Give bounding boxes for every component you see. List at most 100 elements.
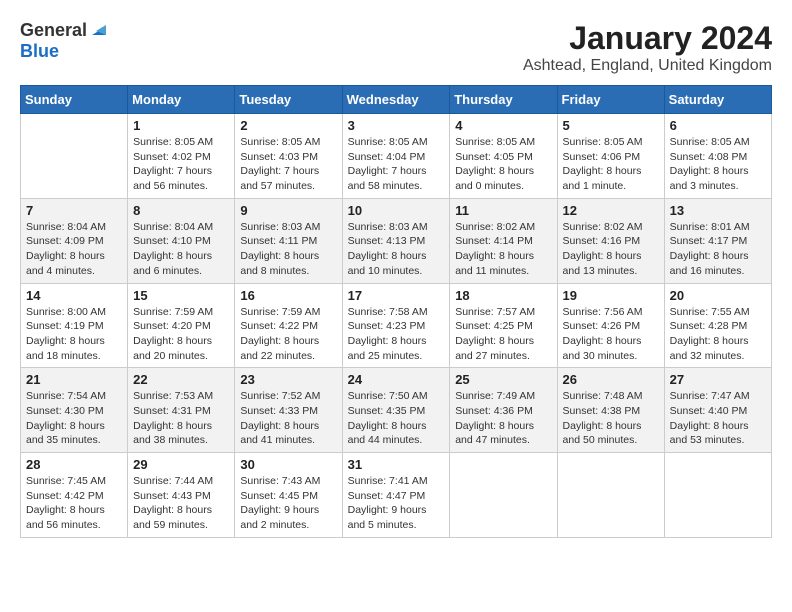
day-number: 12: [563, 203, 659, 218]
day-number: 21: [26, 372, 122, 387]
day-info: Sunrise: 8:05 AMSunset: 4:08 PMDaylight:…: [670, 135, 766, 194]
day-info: Sunrise: 8:02 AMSunset: 4:14 PMDaylight:…: [455, 220, 551, 279]
day-number: 1: [133, 118, 229, 133]
day-info: Sunrise: 7:57 AMSunset: 4:25 PMDaylight:…: [455, 305, 551, 364]
day-info: Sunrise: 8:04 AMSunset: 4:10 PMDaylight:…: [133, 220, 229, 279]
calendar-cell: 28 Sunrise: 7:45 AMSunset: 4:42 PMDayligh…: [21, 453, 128, 538]
calendar-cell: 17 Sunrise: 7:58 AMSunset: 4:23 PMDayligh…: [342, 283, 450, 368]
header-friday: Friday: [557, 86, 664, 114]
day-info: Sunrise: 7:45 AMSunset: 4:42 PMDaylight:…: [26, 474, 122, 533]
day-info: Sunrise: 7:44 AMSunset: 4:43 PMDaylight:…: [133, 474, 229, 533]
calendar-cell: 31 Sunrise: 7:41 AMSunset: 4:47 PMDayligh…: [342, 453, 450, 538]
calendar-cell: 30 Sunrise: 7:43 AMSunset: 4:45 PMDayligh…: [235, 453, 342, 538]
day-info: Sunrise: 8:04 AMSunset: 4:09 PMDaylight:…: [26, 220, 122, 279]
day-number: 24: [348, 372, 445, 387]
day-number: 16: [240, 288, 336, 303]
day-number: 10: [348, 203, 445, 218]
day-number: 8: [133, 203, 229, 218]
calendar-cell: 3Sunrise: 8:05 AMSunset: 4:04 PMDaylight…: [342, 114, 450, 199]
header-monday: Monday: [128, 86, 235, 114]
calendar-cell: 7 Sunrise: 8:04 AMSunset: 4:09 PMDaylight…: [21, 198, 128, 283]
day-info: Sunrise: 7:41 AMSunset: 4:47 PMDaylight:…: [348, 474, 445, 533]
day-info: Sunrise: 8:03 AMSunset: 4:13 PMDaylight:…: [348, 220, 445, 279]
day-info: Sunrise: 7:47 AMSunset: 4:40 PMDaylight:…: [670, 389, 766, 448]
logo-blue-text: Blue: [20, 41, 59, 62]
day-number: 25: [455, 372, 551, 387]
day-info: Sunrise: 7:48 AMSunset: 4:38 PMDaylight:…: [563, 389, 659, 448]
calendar-cell: [21, 114, 128, 199]
day-info: Sunrise: 7:55 AMSunset: 4:28 PMDaylight:…: [670, 305, 766, 364]
logo: General Blue: [20, 20, 106, 62]
calendar-cell: 2Sunrise: 8:05 AMSunset: 4:03 PMDaylight…: [235, 114, 342, 199]
day-info: Sunrise: 8:05 AMSunset: 4:05 PMDaylight:…: [455, 135, 551, 194]
calendar-cell: 25Sunrise: 7:49 AMSunset: 4:36 PMDayligh…: [450, 368, 557, 453]
day-number: 11: [455, 203, 551, 218]
week-row-3: 14 Sunrise: 8:00 AMSunset: 4:19 PMDayligh…: [21, 283, 772, 368]
header-tuesday: Tuesday: [235, 86, 342, 114]
day-number: 14: [26, 288, 122, 303]
calendar-cell: 6 Sunrise: 8:05 AMSunset: 4:08 PMDaylight…: [664, 114, 771, 199]
day-info: Sunrise: 8:05 AMSunset: 4:06 PMDaylight:…: [563, 135, 659, 194]
calendar-cell: 27 Sunrise: 7:47 AMSunset: 4:40 PMDayligh…: [664, 368, 771, 453]
location: Ashtead, England, United Kingdom: [523, 57, 772, 75]
calendar-cell: 19Sunrise: 7:56 AMSunset: 4:26 PMDayligh…: [557, 283, 664, 368]
day-number: 30: [240, 457, 336, 472]
calendar-cell: 23 Sunrise: 7:52 AMSunset: 4:33 PMDayligh…: [235, 368, 342, 453]
day-number: 18: [455, 288, 551, 303]
day-number: 31: [348, 457, 445, 472]
day-number: 17: [348, 288, 445, 303]
day-info: Sunrise: 7:59 AMSunset: 4:20 PMDaylight:…: [133, 305, 229, 364]
calendar-cell: 22Sunrise: 7:53 AMSunset: 4:31 PMDayligh…: [128, 368, 235, 453]
day-number: 9: [240, 203, 336, 218]
day-number: 22: [133, 372, 229, 387]
day-number: 15: [133, 288, 229, 303]
calendar-cell: 13Sunrise: 8:01 AMSunset: 4:17 PMDayligh…: [664, 198, 771, 283]
calendar-cell: 8 Sunrise: 8:04 AMSunset: 4:10 PMDaylight…: [128, 198, 235, 283]
header-sunday: Sunday: [21, 86, 128, 114]
day-info: Sunrise: 8:02 AMSunset: 4:16 PMDaylight:…: [563, 220, 659, 279]
calendar-cell: 29 Sunrise: 7:44 AMSunset: 4:43 PMDayligh…: [128, 453, 235, 538]
calendar-cell: 20Sunrise: 7:55 AMSunset: 4:28 PMDayligh…: [664, 283, 771, 368]
calendar-cell: 12 Sunrise: 8:02 AMSunset: 4:16 PMDayligh…: [557, 198, 664, 283]
day-number: 26: [563, 372, 659, 387]
day-info: Sunrise: 7:54 AMSunset: 4:30 PMDaylight:…: [26, 389, 122, 448]
calendar-cell: 26 Sunrise: 7:48 AMSunset: 4:38 PMDayligh…: [557, 368, 664, 453]
week-row-4: 21 Sunrise: 7:54 AMSunset: 4:30 PMDayligh…: [21, 368, 772, 453]
calendar-cell: 10 Sunrise: 8:03 AMSunset: 4:13 PMDayligh…: [342, 198, 450, 283]
calendar-cell: [664, 453, 771, 538]
day-number: 29: [133, 457, 229, 472]
day-info: Sunrise: 8:00 AMSunset: 4:19 PMDaylight:…: [26, 305, 122, 364]
calendar-cell: 24Sunrise: 7:50 AMSunset: 4:35 PMDayligh…: [342, 368, 450, 453]
day-number: 7: [26, 203, 122, 218]
page-container: General Blue January 2024 Ashtead, Engla…: [20, 20, 772, 538]
header-saturday: Saturday: [664, 86, 771, 114]
day-number: 6: [670, 118, 766, 133]
calendar-cell: 5Sunrise: 8:05 AMSunset: 4:06 PMDaylight…: [557, 114, 664, 199]
day-number: 27: [670, 372, 766, 387]
day-info: Sunrise: 8:05 AMSunset: 4:02 PMDaylight:…: [133, 135, 229, 194]
title-area: January 2024 Ashtead, England, United Ki…: [523, 20, 772, 75]
day-info: Sunrise: 7:43 AMSunset: 4:45 PMDaylight:…: [240, 474, 336, 533]
week-row-5: 28 Sunrise: 7:45 AMSunset: 4:42 PMDayligh…: [21, 453, 772, 538]
day-info: Sunrise: 7:52 AMSunset: 4:33 PMDaylight:…: [240, 389, 336, 448]
calendar-cell: 1 Sunrise: 8:05 AMSunset: 4:02 PMDaylight…: [128, 114, 235, 199]
calendar-cell: 18 Sunrise: 7:57 AMSunset: 4:25 PMDayligh…: [450, 283, 557, 368]
week-row-1: 1 Sunrise: 8:05 AMSunset: 4:02 PMDaylight…: [21, 114, 772, 199]
calendar-cell: [557, 453, 664, 538]
month-title: January 2024: [523, 20, 772, 57]
calendar-table: Sunday Monday Tuesday Wednesday Thursday…: [20, 85, 772, 538]
day-number: 23: [240, 372, 336, 387]
day-info: Sunrise: 8:05 AMSunset: 4:03 PMDaylight:…: [240, 135, 336, 194]
day-info: Sunrise: 8:01 AMSunset: 4:17 PMDaylight:…: [670, 220, 766, 279]
logo-icon: [88, 21, 106, 39]
day-info: Sunrise: 8:03 AMSunset: 4:11 PMDaylight:…: [240, 220, 336, 279]
calendar-cell: 9 Sunrise: 8:03 AMSunset: 4:11 PMDaylight…: [235, 198, 342, 283]
calendar-cell: 4 Sunrise: 8:05 AMSunset: 4:05 PMDaylight…: [450, 114, 557, 199]
day-info: Sunrise: 7:56 AMSunset: 4:26 PMDaylight:…: [563, 305, 659, 364]
calendar-cell: [450, 453, 557, 538]
header: General Blue January 2024 Ashtead, Engla…: [20, 20, 772, 75]
day-number: 4: [455, 118, 551, 133]
day-number: 28: [26, 457, 122, 472]
day-info: Sunrise: 7:58 AMSunset: 4:23 PMDaylight:…: [348, 305, 445, 364]
header-thursday: Thursday: [450, 86, 557, 114]
